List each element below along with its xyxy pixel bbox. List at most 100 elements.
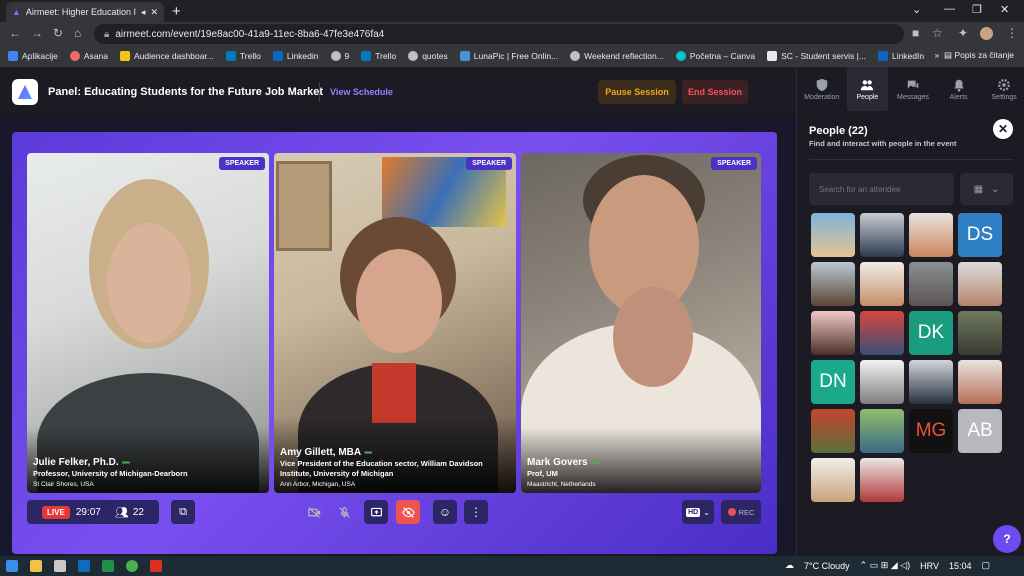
tab-people[interactable]: People: [846, 67, 889, 111]
more-options-button[interactable]: ⋮: [464, 500, 488, 524]
bookmark-item[interactable]: quotes: [408, 51, 448, 61]
speaker-video-tile[interactable]: SPEAKER Mark Govers ▪▪▪▪ Prof, UM Maastri…: [521, 153, 761, 493]
app-icon[interactable]: [54, 560, 66, 572]
bookmark-item[interactable]: Aplikacije: [8, 51, 58, 61]
share-screen-icon: [370, 507, 382, 516]
bookmark-item[interactable]: LunaPic | Free Onlin...: [459, 51, 558, 61]
tab-alerts[interactable]: Alerts: [938, 67, 980, 111]
tab-settings[interactable]: Settings: [983, 67, 1024, 111]
attendee-avatar[interactable]: AB: [958, 409, 1002, 453]
visibility-toggle-button[interactable]: [396, 500, 420, 524]
view-toggle-button[interactable]: ▦ ⌄: [960, 173, 1013, 205]
attendee-avatar[interactable]: [909, 213, 953, 257]
file-explorer-icon[interactable]: [30, 560, 42, 572]
bookmark-item[interactable]: Trello: [225, 51, 261, 61]
close-panel-button[interactable]: ✕: [993, 119, 1013, 139]
bookmark-star-icon[interactable]: ☆: [932, 26, 943, 40]
attendee-search-input[interactable]: [809, 173, 954, 205]
tab-moderation[interactable]: Moderation: [801, 67, 843, 111]
attendee-avatar[interactable]: [811, 213, 855, 257]
quality-selector[interactable]: HD ⌄: [682, 500, 714, 524]
end-session-button[interactable]: End Session: [682, 80, 748, 104]
stage-layout-button[interactable]: ⧉: [171, 500, 195, 524]
chevron-down-icon: ⌄: [703, 507, 710, 517]
bookmark-item[interactable]: Trello: [361, 51, 396, 61]
back-icon[interactable]: ←: [9, 26, 21, 40]
attendee-avatar[interactable]: [958, 360, 1002, 404]
help-button[interactable]: ?: [993, 525, 1021, 553]
attendee-avatar[interactable]: [860, 360, 904, 404]
reload-icon[interactable]: ↻: [53, 26, 63, 40]
mic-toggle-button[interactable]: [332, 500, 356, 524]
camera-icon[interactable]: ■: [912, 26, 919, 40]
bookmark-item[interactable]: LinkedIn: [877, 51, 924, 61]
cloud-icon: ☁︎: [785, 560, 795, 570]
weather-text[interactable]: 7°C Cloudy: [804, 561, 850, 571]
attendee-avatar[interactable]: [860, 311, 904, 355]
speaker-role: Vice President of the Education sector, …: [280, 459, 483, 478]
attendee-avatar[interactable]: DS: [958, 213, 1002, 257]
menu-icon[interactable]: ⋮: [1006, 26, 1018, 40]
window-close-icon[interactable]: ✕: [1000, 3, 1009, 16]
notification-icon[interactable]: ▢: [981, 560, 990, 571]
bookmark-item[interactable]: SC - Student servis |...: [767, 51, 866, 61]
attendee-avatar[interactable]: [860, 262, 904, 306]
share-screen-button[interactable]: [364, 500, 388, 524]
tab-close-icon[interactable]: ✕: [150, 7, 158, 18]
pause-session-button[interactable]: Pause Session: [598, 80, 676, 104]
profile-avatar[interactable]: [980, 27, 993, 40]
attendee-avatar[interactable]: [811, 262, 855, 306]
panel-tabs: Moderation People Messages Alerts Settin…: [797, 67, 1024, 111]
airmeet-logo: [12, 79, 38, 105]
attendee-avatar[interactable]: [860, 409, 904, 453]
tab-audio-icon[interactable]: ◂: [141, 7, 146, 18]
chrome-icon[interactable]: [126, 560, 138, 572]
stage-area: SPEAKER Julie Felker, Ph.D. ▪▪▪▪ Professo…: [0, 117, 796, 556]
address-bar[interactable]: 🔒︎ airmeet.com/event/19e8ac00-41a9-11ec-…: [94, 24, 904, 44]
browser-tab[interactable]: ▲ Airmeet: Higher Education Ir ◂ ✕: [6, 2, 164, 22]
acrobat-icon[interactable]: [150, 560, 162, 572]
attendee-avatar[interactable]: DK: [909, 311, 953, 355]
attendee-avatar[interactable]: MG: [909, 409, 953, 453]
reactions-button[interactable]: ☺: [433, 500, 457, 524]
attendee-avatar[interactable]: [909, 360, 953, 404]
outlook-icon[interactable]: [78, 560, 90, 572]
people-title: People (22): [809, 125, 868, 137]
bookmark-item[interactable]: Početna – Canva: [675, 51, 755, 61]
trello-icon: [361, 51, 372, 61]
tab-messages[interactable]: Messages: [892, 67, 934, 111]
minimize-icon[interactable]: —: [944, 3, 955, 15]
attendee-avatar[interactable]: [958, 262, 1002, 306]
attendee-avatar[interactable]: [811, 409, 855, 453]
windows-start-icon[interactable]: [6, 560, 18, 572]
bookmark-item[interactable]: Asana: [69, 51, 108, 61]
attendee-avatar[interactable]: [958, 311, 1002, 355]
system-tray: ☁︎ 7°C Cloudy ⌃ ▭ ⊞ ◢ ◁) HRV 15:04 ▢: [785, 560, 990, 571]
record-button[interactable]: REC: [721, 500, 761, 524]
speaker-video-tile[interactable]: SPEAKER Amy Gillett, MBA ▪▪▪▪ Vice Presid…: [274, 153, 516, 493]
bookmark-item[interactable]: Weekend reflection...: [570, 51, 664, 61]
bookmark-item[interactable]: Linkedin: [272, 51, 319, 61]
speaker-video-tile[interactable]: SPEAKER Julie Felker, Ph.D. ▪▪▪▪ Professo…: [27, 153, 269, 493]
attendee-avatar[interactable]: [860, 458, 904, 502]
new-tab-icon[interactable]: +: [172, 3, 181, 20]
attendee-avatar[interactable]: [909, 262, 953, 306]
attendee-avatar[interactable]: [860, 213, 904, 257]
excel-icon[interactable]: [102, 560, 114, 572]
tray-icons[interactable]: ⌃ ▭ ⊞ ◢ ◁): [860, 560, 910, 571]
maximize-icon[interactable]: ❐: [972, 3, 982, 16]
extensions-icon[interactable]: ✦: [958, 26, 968, 40]
tab-search-icon[interactable]: ⌄: [912, 3, 921, 16]
bookmark-item[interactable]: 9: [330, 51, 349, 61]
clock[interactable]: 15:04: [949, 561, 972, 571]
attendee-avatar[interactable]: [811, 311, 855, 355]
attendee-avatar[interactable]: DN: [811, 360, 855, 404]
reading-list[interactable]: » ▤ Popis za čitanje: [935, 50, 1014, 61]
forward-icon[interactable]: →: [31, 26, 43, 40]
language-indicator[interactable]: HRV: [920, 561, 939, 571]
home-icon[interactable]: ⌂: [74, 26, 81, 40]
camera-toggle-button[interactable]: [302, 500, 326, 524]
attendee-avatar[interactable]: [811, 458, 855, 502]
bookmark-item[interactable]: Audience dashboar...: [120, 51, 214, 61]
view-schedule-link[interactable]: View Schedule: [330, 87, 393, 97]
